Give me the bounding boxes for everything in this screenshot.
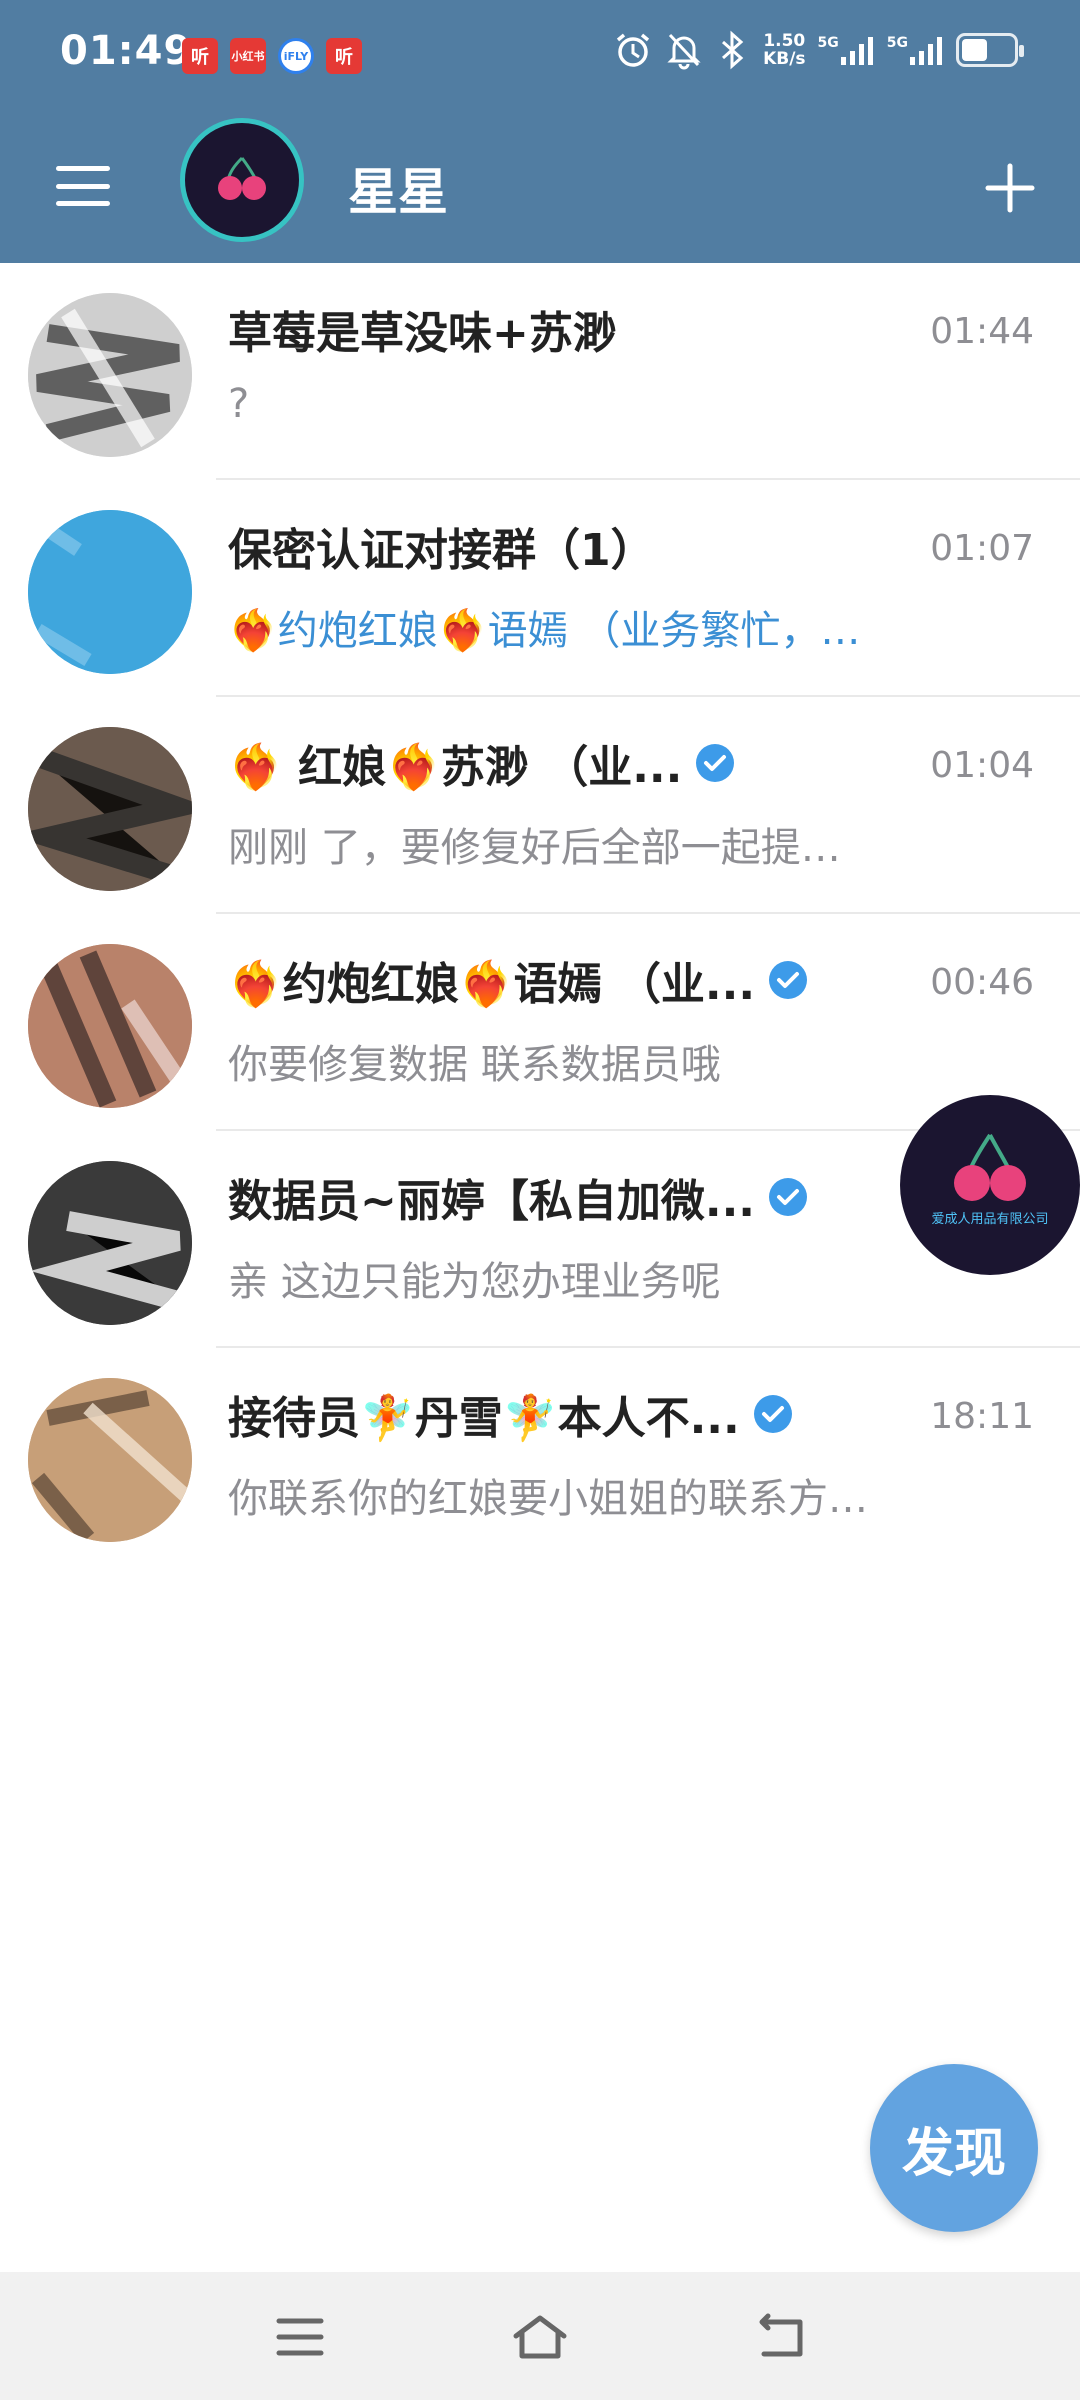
- chat-name: 数据员~丽婷【私自加微...: [228, 1165, 809, 1229]
- navigation-bar: [0, 2272, 1080, 2400]
- channel-avatar[interactable]: [180, 118, 304, 242]
- redacted-scribble: [28, 1378, 192, 1542]
- recent-apps-icon[interactable]: [260, 2302, 340, 2372]
- app-bar: 星星: [0, 112, 1080, 263]
- chat-preview: 你联系你的红娘要小姐姐的联系方…: [228, 1476, 868, 1522]
- xiaohongshu-app-icon: 小红书: [230, 38, 266, 74]
- redacted-scribble: [28, 510, 192, 674]
- plus-icon[interactable]: [970, 148, 1050, 228]
- hamburger-menu-icon[interactable]: [52, 156, 114, 216]
- cherry-logo-icon: 爱成人用品有限公司: [931, 1133, 1049, 1227]
- battery-icon: [956, 33, 1024, 67]
- page-title: 星星: [348, 163, 448, 221]
- chat-name: 保密认证对接群（1）: [228, 525, 655, 576]
- avatar[interactable]: [28, 293, 192, 457]
- chat-time: 01:44: [930, 311, 1034, 352]
- alarm-icon: [616, 33, 650, 67]
- svg-text:爱成人用品有限公司: 爱成人用品有限公司: [931, 1212, 1048, 1227]
- verified-badge-icon: [769, 961, 808, 999]
- battery-level: [962, 39, 987, 61]
- verified-badge-icon: [769, 1178, 808, 1216]
- avatar[interactable]: [28, 944, 192, 1108]
- verified-badge-icon: [753, 1395, 792, 1433]
- chat-item[interactable]: 保密认证对接群（1） 01:07 ❤️‍🔥约炮红娘❤️‍🔥语嫣 （业务繁忙，…: [0, 480, 1080, 697]
- chat-name: 草莓是草没味+苏渺: [228, 308, 617, 359]
- back-icon[interactable]: [742, 2302, 822, 2372]
- chat-preview: ❤️‍🔥约炮红娘❤️‍🔥语嫣 （业务繁忙，…: [228, 608, 861, 654]
- redacted-scribble: [28, 944, 192, 1108]
- avatar[interactable]: [28, 1378, 192, 1542]
- chat-list: 草莓是草没味+苏渺 01:44 ? 保密认证对接群（1） 01:07 ❤️‍🔥约…: [0, 263, 1080, 1565]
- status-time: 01:49: [60, 28, 193, 74]
- verified-badge-icon: [696, 744, 735, 782]
- screen: 01:49 听 小红书 iFLY 听 1.50 KB/s 5G 5G 星星 草莓…: [0, 0, 1080, 2400]
- ting-app-icon: 听: [326, 38, 362, 74]
- chat-preview: 亲 这边只能为您办理业务呢: [228, 1259, 721, 1305]
- chat-item[interactable]: 草莓是草没味+苏渺 01:44 ?: [0, 263, 1080, 480]
- signal-1: 5G: [818, 35, 875, 65]
- net-speed: 1.50 KB/s: [763, 31, 806, 69]
- chat-item[interactable]: ❤️‍🔥 红娘❤️‍🔥苏渺 （业... 01:04 刚刚 了，要修复好后全部一起…: [0, 697, 1080, 914]
- chat-name: ❤️‍🔥 红娘❤️‍🔥苏渺 （业...: [228, 731, 736, 795]
- chat-item[interactable]: 接待员🧚丹雪🧚本人不... 18:11 你联系你的红娘要小姐姐的联系方…: [0, 1348, 1080, 1565]
- header: 01:49 听 小红书 iFLY 听 1.50 KB/s 5G 5G 星星: [0, 0, 1080, 263]
- ting-app-icon: 听: [182, 38, 218, 74]
- signal-icon: [910, 37, 942, 65]
- redacted-scribble: [28, 1161, 192, 1325]
- avatar[interactable]: [28, 727, 192, 891]
- mute-bell-icon: [667, 33, 701, 70]
- avatar[interactable]: [28, 1161, 192, 1325]
- chat-item[interactable]: ❤️‍🔥约炮红娘❤️‍🔥语嫣 （业... 00:46 你要修复数据 联系数据员哦: [0, 914, 1080, 1131]
- avatar[interactable]: [28, 510, 192, 674]
- chat-time: 01:07: [930, 528, 1034, 569]
- bluetooth-icon: [722, 30, 744, 70]
- chat-time: 18:11: [930, 1396, 1034, 1437]
- chat-preview: 你要修复数据 联系数据员哦: [228, 1042, 721, 1088]
- redacted-scribble: [28, 727, 192, 891]
- chat-name: 接待员🧚丹雪🧚本人不...: [228, 1382, 794, 1446]
- system-icons: 1.50 KB/s 5G 5G: [613, 30, 1024, 70]
- discover-button[interactable]: 发现: [870, 2064, 1038, 2232]
- signal-icon: [840, 37, 873, 65]
- notification-icons: 听 小红书 iFLY 听: [182, 38, 362, 74]
- redacted-scribble: [28, 293, 192, 457]
- chat-name: ❤️‍🔥约炮红娘❤️‍🔥语嫣 （业...: [228, 948, 809, 1012]
- chat-time: 01:04: [930, 745, 1034, 786]
- signal-2: 5G: [887, 35, 944, 65]
- ifly-app-icon: iFLY: [278, 38, 314, 74]
- chat-preview: 刚刚 了，要修复好后全部一起提…: [228, 825, 841, 871]
- home-icon[interactable]: [500, 2302, 580, 2372]
- floating-avatar[interactable]: 爱成人用品有限公司: [900, 1095, 1080, 1275]
- cherry-logo-icon: [218, 156, 266, 200]
- status-bar: 01:49 听 小红书 iFLY 听 1.50 KB/s 5G 5G: [0, 0, 1080, 112]
- chat-preview: ?: [228, 381, 250, 427]
- chat-time: 00:46: [930, 962, 1034, 1003]
